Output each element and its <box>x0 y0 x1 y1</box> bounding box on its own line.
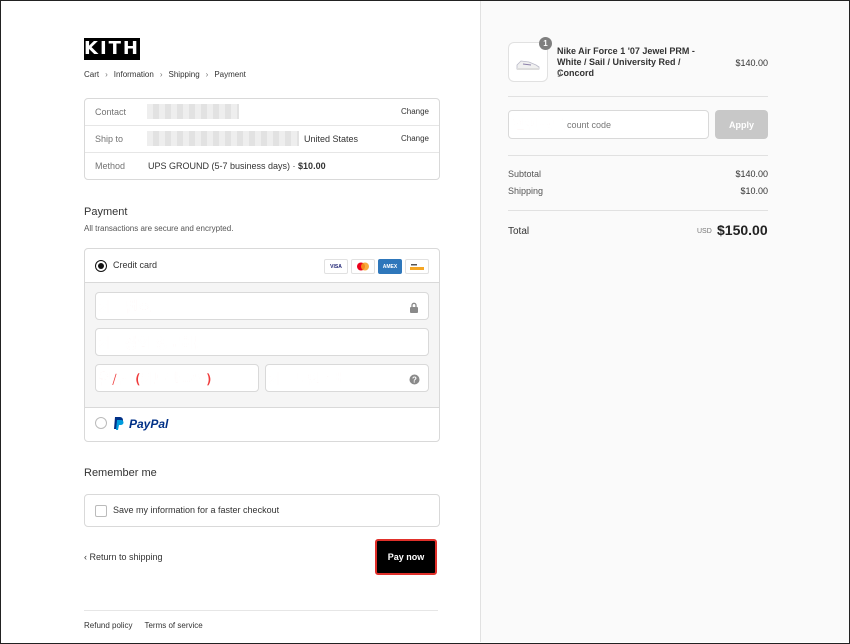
shipto-label: Ship to <box>95 134 124 144</box>
method-price: $10.00 <box>298 161 326 171</box>
method-row: Method UPS GROUND (5-7 business days) · … <box>85 153 439 179</box>
security-code-input[interactable]: 카드보안넘버 ? <box>265 364 429 392</box>
credit-card-option[interactable]: Credit card VISA AMEX <box>85 249 439 281</box>
card-number-input[interactable]: 카드번호 <box>95 292 429 320</box>
chevron-right-icon: › <box>159 70 163 79</box>
payment-subtitle: All transactions are secure and encrypte… <box>84 224 234 233</box>
name-on-card-input[interactable]: 카드상의 영문이름 <box>95 328 429 356</box>
visa-icon: VISA <box>324 259 348 274</box>
kith-logo[interactable]: KITH <box>84 38 140 60</box>
lock-icon <box>409 300 419 318</box>
name-on-card-placeholder: 카드상의 영문이름 <box>99 336 208 353</box>
product-price: $140.00 <box>735 58 768 68</box>
chevron-left-icon: ‹ <box>84 552 87 562</box>
remember-box: Save my information for a faster checkou… <box>84 494 440 527</box>
return-label: Return to shipping <box>89 552 163 562</box>
breadcrumb-cart[interactable]: Cart <box>84 70 99 79</box>
card-number-placeholder: 카드번호 <box>99 300 151 317</box>
total-currency: USD <box>697 228 712 235</box>
return-to-shipping-link[interactable]: ‹ Return to shipping <box>84 552 163 562</box>
paypal-icon <box>113 416 125 435</box>
paypal-radio[interactable] <box>95 417 107 429</box>
subtotal-label: Subtotal <box>508 169 542 179</box>
chevron-right-icon: › <box>205 70 209 79</box>
method-text: UPS GROUND (5-7 business days) · <box>148 161 299 171</box>
subtotal-row: Subtotal $140.00 <box>508 169 768 179</box>
method-value: UPS GROUND (5-7 business days) · $10.00 <box>148 161 326 171</box>
change-address-link[interactable]: Change <box>401 134 429 143</box>
discount-placeholder: count code <box>567 120 612 130</box>
breadcrumb-payment: Payment <box>214 70 246 79</box>
method-label: Method <box>95 161 126 171</box>
review-box: Contact Change Ship to United States Cha… <box>84 98 440 180</box>
discount-code-input[interactable]: count code 할인코드 <box>508 110 709 139</box>
order-summary: 1 Nike Air Force 1 '07 Jewel PRM - White… <box>480 1 849 642</box>
breadcrumb-shipping[interactable]: Shipping <box>169 70 200 79</box>
pay-now-button[interactable]: Pay now <box>375 539 437 575</box>
contact-row: Contact Change <box>85 99 439 125</box>
footer-links: Refund policy Terms of service <box>84 621 203 630</box>
shipping-row: Shipping $10.00 <box>508 186 768 196</box>
divider <box>508 210 768 211</box>
footer-divider <box>84 610 438 611</box>
credit-card-fields: 카드번호 카드상의 영문이름 월/년 (카드만료일) 카드보안넘버 ? <box>85 282 439 408</box>
security-code-placeholder: 카드보안넘버 <box>269 372 347 389</box>
chevron-right-icon: › <box>105 70 108 79</box>
help-icon[interactable]: ? <box>409 372 420 390</box>
payment-title: Payment <box>84 206 128 218</box>
total-label: Total <box>508 226 530 237</box>
expiry-placeholder: 월/년 (카드만료일) <box>99 372 213 389</box>
remember-label[interactable]: Save my information for a faster checkou… <box>113 505 279 515</box>
apply-button[interactable]: Apply <box>715 110 768 139</box>
breadcrumb-information[interactable]: Information <box>114 70 154 79</box>
discount-overlay-label: 할인코드 <box>513 118 565 135</box>
payment-methods: Credit card VISA AMEX 카드번호 카드상의 영문이름 월/년… <box>84 248 440 442</box>
discover-icon <box>405 259 429 274</box>
divider <box>508 155 768 156</box>
mastercard-icon <box>351 259 375 274</box>
product-name: Nike Air Force 1 '07 Jewel PRM - White /… <box>557 46 695 78</box>
contact-label: Contact <box>95 107 127 117</box>
svg-text:?: ? <box>412 375 417 384</box>
divider <box>508 96 768 97</box>
address-redacted <box>147 131 299 146</box>
paypal-option[interactable]: PayPal <box>129 417 168 431</box>
credit-card-radio[interactable] <box>95 260 107 272</box>
change-contact-link[interactable]: Change <box>401 107 429 116</box>
shipto-country: United States <box>304 134 359 144</box>
shipping-value: $10.00 <box>740 186 768 196</box>
expiry-input[interactable]: 월/년 (카드만료일) <box>95 364 259 392</box>
remember-title: Remember me <box>84 467 157 479</box>
paypal-label: PayPal <box>129 417 169 431</box>
remember-checkbox[interactable] <box>95 505 107 517</box>
quantity-badge: 1 <box>539 37 552 50</box>
product-size: 9 <box>557 70 562 79</box>
refund-policy-link[interactable]: Refund policy <box>84 621 132 630</box>
total-value: $150.00 <box>717 222 768 238</box>
contact-value-redacted <box>147 104 239 119</box>
shipto-row: Ship to United States Change <box>85 126 439 152</box>
amex-icon: AMEX <box>378 259 402 274</box>
card-brands: VISA AMEX <box>324 259 429 274</box>
terms-of-service-link[interactable]: Terms of service <box>144 621 202 630</box>
shipping-label: Shipping <box>508 186 544 196</box>
breadcrumb: Cart › Information › Shipping › Payment <box>84 70 246 79</box>
subtotal-value: $140.00 <box>735 169 768 179</box>
credit-card-label: Credit card <box>113 260 158 270</box>
